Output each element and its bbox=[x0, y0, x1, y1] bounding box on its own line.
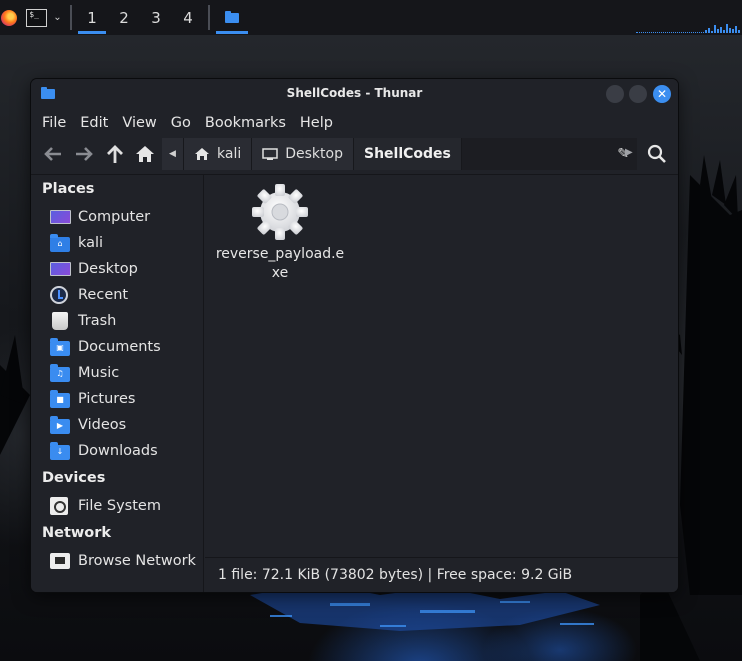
panel-separator bbox=[70, 5, 72, 30]
sidebar-item-computer[interactable]: Computer bbox=[50, 205, 150, 229]
sidebar-item-label: Desktop bbox=[78, 261, 138, 277]
documents-folder-icon: ▣ bbox=[50, 338, 70, 356]
maximize-button[interactable] bbox=[629, 85, 647, 103]
computer-icon bbox=[50, 208, 71, 226]
breadcrumb-kali[interactable]: kali bbox=[184, 138, 253, 170]
sidebar-item-trash[interactable]: Trash bbox=[50, 309, 116, 333]
sidebar: Places Computer ⌂ kali Desktop Recent Tr… bbox=[31, 175, 204, 592]
executable-gear-icon bbox=[251, 183, 309, 241]
minimize-button[interactable] bbox=[606, 85, 624, 103]
arrow-right-icon bbox=[76, 147, 93, 161]
drive-icon bbox=[50, 497, 70, 515]
sidebar-heading-places: Places bbox=[42, 181, 95, 197]
path-scroll-left-button[interactable]: ◀ bbox=[162, 138, 184, 170]
arrow-up-icon bbox=[107, 145, 123, 163]
content-area: Places Computer ⌂ kali Desktop Recent Tr… bbox=[31, 174, 678, 592]
home-folder-icon: ⌂ bbox=[50, 234, 70, 252]
breadcrumb-label: kali bbox=[217, 146, 242, 162]
sidebar-item-kali[interactable]: ⌂ kali bbox=[50, 231, 103, 255]
thunar-window: ShellCodes - Thunar ✕ File Edit View Go … bbox=[31, 79, 678, 592]
search-button[interactable] bbox=[646, 143, 668, 165]
menu-file[interactable]: File bbox=[42, 115, 66, 131]
breadcrumb-shellcodes[interactable]: ShellCodes bbox=[353, 138, 462, 170]
sidebar-item-label: Recent bbox=[78, 287, 129, 303]
sidebar-item-label: Pictures bbox=[78, 391, 136, 407]
menu-help[interactable]: Help bbox=[300, 115, 333, 131]
window-title: ShellCodes - Thunar bbox=[286, 86, 423, 100]
back-button[interactable] bbox=[41, 143, 65, 165]
taskbar-thunar-button[interactable] bbox=[214, 0, 250, 35]
menu-view[interactable]: View bbox=[122, 115, 156, 131]
workspace-4[interactable]: 4 bbox=[172, 0, 204, 35]
path-scroll-right-button[interactable]: ▶ bbox=[625, 147, 633, 158]
sidebar-item-desktop[interactable]: Desktop bbox=[50, 257, 138, 281]
sidebar-item-label: Videos bbox=[78, 417, 127, 433]
sidebar-item-label: File System bbox=[78, 498, 161, 514]
workspace-1[interactable]: 1 bbox=[76, 0, 108, 35]
up-button[interactable] bbox=[103, 143, 127, 165]
music-folder-icon: ♫ bbox=[50, 364, 70, 382]
menu-edit[interactable]: Edit bbox=[80, 115, 108, 131]
menu-bookmarks[interactable]: Bookmarks bbox=[205, 115, 286, 131]
folder-icon bbox=[225, 10, 239, 23]
sidebar-item-file-system[interactable]: File System bbox=[50, 494, 161, 518]
cpu-graph[interactable] bbox=[636, 0, 742, 35]
desktop-icon bbox=[262, 148, 278, 160]
sidebar-item-downloads[interactable]: ↓ Downloads bbox=[50, 439, 158, 463]
workspace-3[interactable]: 3 bbox=[140, 0, 172, 35]
path-bar: ◀ kali Desktop ShellCodes ✎ bbox=[162, 138, 637, 170]
trash-icon bbox=[50, 312, 70, 330]
menu-go[interactable]: Go bbox=[171, 115, 191, 131]
top-panel: $_ ⌄ 1 2 3 4 bbox=[0, 0, 742, 35]
arrow-left-icon bbox=[44, 147, 61, 161]
home-button[interactable] bbox=[133, 143, 157, 165]
videos-folder-icon: ▶ bbox=[50, 416, 70, 434]
status-bar: 1 file: 72.1 KiB (73802 bytes) | Free sp… bbox=[205, 557, 678, 592]
sidebar-item-videos[interactable]: ▶ Videos bbox=[50, 413, 126, 437]
close-button[interactable]: ✕ bbox=[653, 85, 671, 103]
file-item[interactable]: reverse_payload.exe bbox=[215, 183, 345, 283]
workspace-2[interactable]: 2 bbox=[108, 0, 140, 35]
sidebar-item-documents[interactable]: ▣ Documents bbox=[50, 335, 161, 359]
firefox-icon bbox=[1, 9, 17, 26]
sidebar-item-label: Music bbox=[78, 365, 120, 381]
firefox-launcher[interactable] bbox=[0, 0, 22, 35]
panel-separator bbox=[208, 5, 210, 30]
breadcrumb-label: ShellCodes bbox=[363, 146, 451, 162]
home-icon bbox=[136, 146, 154, 162]
terminal-launcher[interactable]: $_ ⌄ bbox=[22, 0, 66, 35]
location-entry[interactable]: ✎ bbox=[461, 138, 637, 170]
menu-bar: File Edit View Go Bookmarks Help bbox=[31, 109, 678, 136]
chevron-down-icon[interactable]: ⌄ bbox=[53, 12, 61, 23]
sidebar-item-browse-network[interactable]: Browse Network bbox=[50, 549, 196, 573]
sidebar-heading-network: Network bbox=[42, 525, 112, 541]
desktop-icon bbox=[50, 260, 71, 278]
terminal-icon: $_ bbox=[26, 8, 48, 27]
forward-button[interactable] bbox=[72, 143, 96, 165]
recent-icon bbox=[50, 286, 70, 304]
breadcrumb-desktop[interactable]: Desktop bbox=[252, 138, 354, 170]
file-name: reverse_payload.exe bbox=[215, 246, 345, 281]
pictures-folder-icon: ■ bbox=[50, 390, 70, 408]
sidebar-item-label: Trash bbox=[78, 313, 117, 329]
file-view[interactable]: reverse_payload.exe bbox=[205, 175, 678, 557]
home-icon bbox=[195, 148, 209, 160]
sidebar-item-label: Computer bbox=[78, 209, 151, 225]
toolbar: ◀ kali Desktop ShellCodes ✎ ▶ bbox=[31, 136, 678, 172]
title-bar[interactable]: ShellCodes - Thunar ✕ bbox=[31, 79, 678, 109]
breadcrumb-label: Desktop bbox=[285, 146, 343, 162]
sidebar-heading-devices: Devices bbox=[42, 470, 106, 486]
sidebar-item-label: Documents bbox=[78, 339, 161, 355]
sidebar-item-label: Downloads bbox=[78, 443, 158, 459]
sidebar-item-pictures[interactable]: ■ Pictures bbox=[50, 387, 135, 411]
sidebar-item-recent[interactable]: Recent bbox=[50, 283, 128, 307]
search-icon bbox=[647, 144, 666, 163]
network-icon bbox=[50, 552, 70, 570]
sidebar-item-label: kali bbox=[78, 235, 104, 251]
sidebar-item-music[interactable]: ♫ Music bbox=[50, 361, 119, 385]
sidebar-item-label: Browse Network bbox=[78, 553, 196, 569]
downloads-folder-icon: ↓ bbox=[50, 442, 70, 460]
